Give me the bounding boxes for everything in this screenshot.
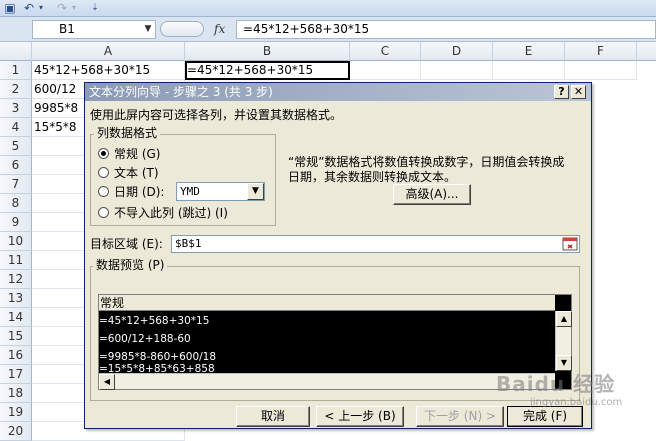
next-button[interactable]: 下一步 (N) >: [416, 406, 504, 427]
back-button[interactable]: < 上一步 (B): [316, 406, 404, 427]
watermark-url: jingyan.baidu.com: [530, 397, 623, 408]
row-header[interactable]: 2: [0, 80, 32, 99]
column-header-e[interactable]: E: [493, 42, 565, 61]
row-header[interactable]: 12: [0, 270, 32, 289]
redo-dropdown-icon[interactable]: ▾: [67, 1, 81, 15]
customize-icon[interactable]: ⇣: [88, 1, 102, 15]
row-header[interactable]: 14: [0, 308, 32, 327]
row-header[interactable]: 9: [0, 213, 32, 232]
row-header[interactable]: 18: [0, 384, 32, 403]
radio-circle[interactable]: [98, 167, 109, 178]
preview-column-header[interactable]: 常规: [99, 295, 555, 311]
preview-row: =45*12+568+30*15: [99, 315, 210, 327]
cell-a1[interactable]: 45*12+568+30*15: [32, 61, 185, 80]
preview-row: =600/12+188-60: [99, 333, 191, 345]
radio-circle[interactable]: [98, 148, 109, 159]
row-header[interactable]: 11: [0, 251, 32, 270]
cell-f1[interactable]: [565, 61, 637, 80]
row-header[interactable]: 10: [0, 232, 32, 251]
name-box[interactable]: B1: [32, 20, 156, 39]
radio-label: 常规 (G): [114, 147, 161, 161]
cell-d1[interactable]: [421, 61, 493, 80]
column-format-label: 列数据格式: [94, 126, 161, 141]
radio-circle[interactable]: [98, 186, 109, 197]
formula-input[interactable]: =45*12+568+30*15: [236, 20, 656, 39]
column-header-a[interactable]: A: [32, 42, 185, 61]
cancel-button[interactable]: 取消: [236, 406, 310, 427]
scroll-up-icon[interactable]: ▲: [556, 311, 572, 327]
row-header[interactable]: 20: [0, 422, 32, 441]
dialog-title: 文本分列向导 - 步骤之 3 (共 3 步): [89, 85, 273, 99]
preview-row: =15*5*8+85*63+858: [99, 363, 215, 373]
row-header[interactable]: 4: [0, 118, 32, 137]
radio-label: 日期 (D):: [114, 185, 165, 199]
row-header[interactable]: 3: [0, 99, 32, 118]
row-header[interactable]: 6: [0, 156, 32, 175]
undo-dropdown-icon[interactable]: ▾: [34, 1, 48, 15]
destination-label: 目标区域 (E):: [90, 237, 163, 251]
collapse-dialog-icon[interactable]: [562, 237, 578, 251]
radio-label: 文本 (T): [114, 166, 159, 180]
row-header[interactable]: 1: [0, 61, 32, 80]
formula-bar-resize-handle[interactable]: [160, 21, 204, 37]
column-header-b[interactable]: B: [185, 42, 350, 61]
column-header-g[interactable]: [637, 42, 656, 61]
format-note: “常规”数据格式将数值转换成数字，日期值会转换成日期，其余数据则转换成文本。: [288, 155, 565, 184]
preview-vertical-scrollbar[interactable]: ▲ ▼: [555, 311, 572, 371]
row-header[interactable]: 7: [0, 175, 32, 194]
destination-input[interactable]: $B$1: [171, 235, 580, 253]
row-header[interactable]: 19: [0, 403, 32, 422]
column-header-bar: A B C D E F: [0, 42, 656, 61]
row-header[interactable]: 15: [0, 327, 32, 346]
row-header[interactable]: 8: [0, 194, 32, 213]
preview-horizontal-scrollbar[interactable]: ◀: [99, 373, 555, 390]
insert-function-button[interactable]: fx: [214, 20, 234, 39]
data-preview-label: 数据预览 (P): [93, 258, 168, 273]
close-button[interactable]: ✕: [571, 85, 586, 99]
chevron-down-icon[interactable]: ▼: [247, 183, 264, 200]
select-all-corner[interactable]: [0, 42, 32, 61]
row-header[interactable]: 16: [0, 346, 32, 365]
row-header[interactable]: 17: [0, 365, 32, 384]
quick-access-toolbar: ▣ ↶ ▾ ↷ ▾ ⇣: [0, 0, 656, 17]
cell-e1[interactable]: [493, 61, 565, 80]
scroll-left-icon[interactable]: ◀: [99, 374, 115, 390]
dialog-description: 使用此屏内容可选择各列，并设置其数据格式。: [90, 108, 343, 122]
save-icon[interactable]: ▣: [3, 1, 17, 15]
radio-label: 不导入此列 (跳过) (I): [114, 206, 228, 220]
cell-c1[interactable]: [350, 61, 421, 80]
advanced-button[interactable]: 高级(A)...: [393, 184, 471, 205]
row-header[interactable]: 5: [0, 137, 32, 156]
column-header-c[interactable]: C: [350, 42, 421, 61]
radio-circle[interactable]: [98, 207, 109, 218]
cell-b1[interactable]: =45*12+568+30*15: [185, 61, 350, 80]
name-box-dropdown-icon[interactable]: ▼: [141, 20, 155, 39]
help-button[interactable]: ?: [554, 85, 569, 99]
column-header-d[interactable]: D: [421, 42, 493, 61]
column-header-f[interactable]: F: [565, 42, 637, 61]
row-header[interactable]: 13: [0, 289, 32, 308]
